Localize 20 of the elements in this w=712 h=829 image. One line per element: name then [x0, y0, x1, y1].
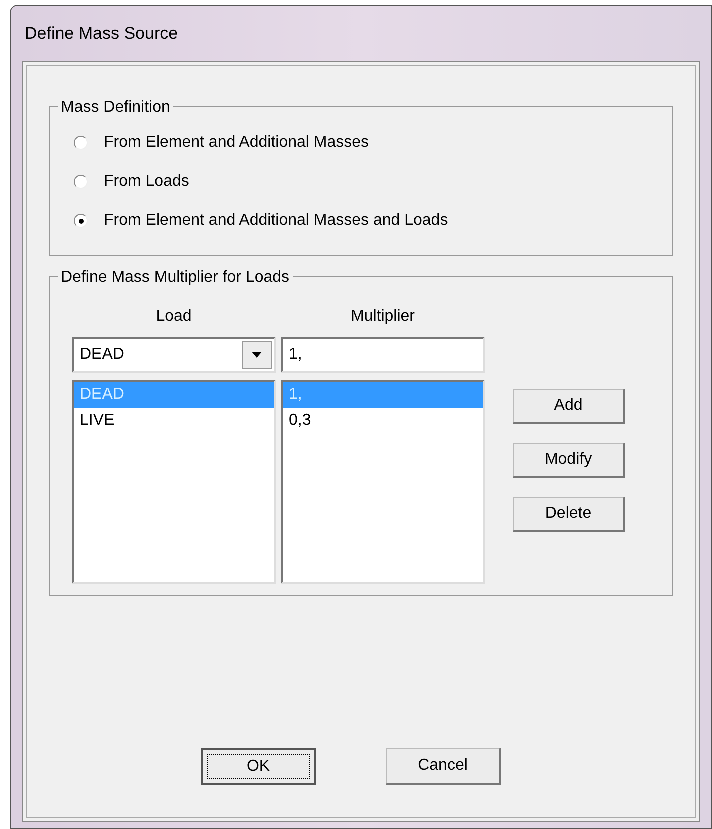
dialog-button[interactable]: Cancel [386, 748, 501, 785]
column-header: Multiplier [350, 307, 415, 327]
action-button[interactable]: Add [513, 389, 625, 424]
multiplier-field[interactable]: 1, [281, 337, 485, 373]
action-button[interactable]: Delete [513, 497, 625, 532]
window-title: Define Mass Source [25, 22, 178, 45]
dialog-button[interactable]: OK [201, 748, 316, 785]
radio-label[interactable]: From Loads [104, 170, 190, 194]
radio-button[interactable] [74, 214, 88, 228]
list-item[interactable]: 0,3 [283, 408, 483, 434]
radio-label[interactable]: From Element and Additional Masses [104, 131, 370, 155]
caret-icon [252, 352, 262, 358]
column-header: Load [156, 307, 192, 327]
load-dropdown[interactable]: DEAD [72, 337, 276, 373]
action-button[interactable]: Modify [513, 443, 625, 478]
radio-button[interactable] [74, 175, 88, 189]
dropdown-button[interactable] [242, 341, 272, 369]
radio-label[interactable]: From Element and Additional Masses and Loads [104, 209, 448, 233]
radio-button[interactable] [74, 136, 88, 150]
list-item[interactable]: LIVE [74, 408, 274, 434]
